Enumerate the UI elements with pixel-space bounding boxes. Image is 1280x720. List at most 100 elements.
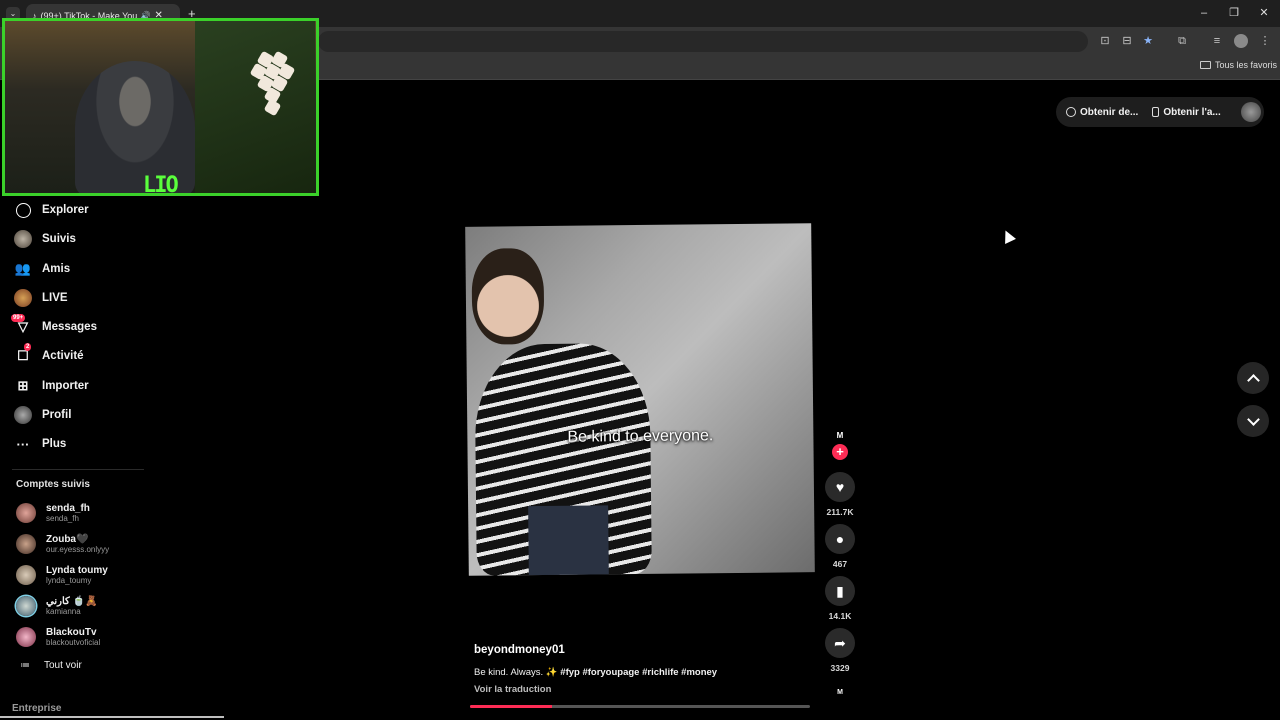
sidebar-item-label: Explorer <box>42 204 89 216</box>
folder-icon <box>1200 61 1211 69</box>
followed-account[interactable]: Lynda toumy lynda_toumy <box>16 562 108 588</box>
sidebar-item-following[interactable]: Suivis <box>14 228 76 250</box>
sidebar-item-label: Amis <box>42 263 71 275</box>
hashtags[interactable]: #fyp #foryoupage #richlife #money <box>560 667 717 678</box>
followed-account[interactable]: BlackouTv blackoutvoficial <box>16 624 100 650</box>
see-translation-link[interactable]: Voir la traduction <box>474 684 551 695</box>
save-count: 14.1K <box>828 611 852 621</box>
account-handle: blackoutvoficial <box>46 638 101 647</box>
more-icon: ··· <box>16 436 30 452</box>
get-coins-label: Obtenir de... <box>1080 106 1139 118</box>
footer-company-link[interactable]: Entreprise <box>12 703 61 714</box>
followed-accounts-title: Comptes suivis <box>16 479 90 490</box>
profile-icon[interactable] <box>1234 34 1248 48</box>
translate-icon[interactable]: ⊡ <box>1098 34 1112 48</box>
all-bookmarks-folder[interactable]: Tous les favoris <box>1200 60 1277 70</box>
follow-button[interactable]: + <box>832 444 848 460</box>
star-icon[interactable]: ★ <box>1141 34 1155 48</box>
share-count: 3329 <box>830 663 850 673</box>
avatar <box>16 565 36 585</box>
sidebar-item-friends[interactable]: 👥 Amis <box>14 258 70 280</box>
list-icon: ≔ <box>20 660 30 671</box>
media-icon[interactable]: ≡ <box>1210 34 1224 48</box>
comment-count: 467 <box>832 559 848 569</box>
menu-icon[interactable]: ⋮ <box>1258 34 1272 48</box>
avatar <box>16 627 36 647</box>
music-disc[interactable]: M <box>831 684 849 702</box>
sidebar-item-label: Plus <box>42 438 67 450</box>
install-icon[interactable]: ⊟ <box>1120 34 1134 48</box>
sidebar-item-label: Profil <box>42 409 72 421</box>
like-button[interactable]: ♥ 211.7K <box>824 472 856 517</box>
top-actions: Obtenir de... Obtenir l'a... <box>1056 97 1264 127</box>
video-author[interactable]: beyondmoney01 <box>474 644 565 656</box>
previous-video-button[interactable] <box>1237 362 1269 394</box>
following-avatar <box>14 230 32 248</box>
extensions-icon[interactable]: ⧉ <box>1175 34 1189 48</box>
compass-icon <box>14 201 32 219</box>
sidebar-item-explorer[interactable]: Explorer <box>14 199 89 221</box>
live-avatar <box>14 289 32 307</box>
get-coins-button[interactable]: Obtenir de... <box>1066 107 1138 118</box>
sidebar-item-activity[interactable]: ☐ 2 Activité <box>14 343 84 367</box>
account-name: كارني 🍵🧸 <box>46 596 98 607</box>
sidebar-item-upload[interactable]: ⊞ Importer <box>14 375 89 397</box>
webcam-logo: LIO <box>143 173 179 196</box>
sidebar-item-label: Activité <box>42 350 84 362</box>
account-name: Zouba🖤 <box>46 534 89 545</box>
account-name: senda_fh <box>46 503 90 514</box>
close-icon[interactable]: ✕ <box>1257 6 1271 20</box>
get-app-label: Obtenir l'a... <box>1163 106 1221 118</box>
all-bookmarks-label: Tous les favoris <box>1215 60 1278 70</box>
sidebar-item-more[interactable]: ··· Plus <box>14 433 67 455</box>
account-name: BlackouTv <box>46 627 97 638</box>
followed-account[interactable]: senda_fh senda_fh <box>16 500 90 526</box>
mouse-cursor <box>1000 228 1016 244</box>
address-bar[interactable] <box>318 31 1088 52</box>
video-progress-bar[interactable] <box>470 705 810 708</box>
avatar[interactable] <box>1240 102 1261 122</box>
chevron-up-icon <box>1246 373 1260 387</box>
followed-account[interactable]: كارني 🍵🧸 kamianna <box>16 593 97 619</box>
video-subject-legs <box>528 505 609 576</box>
share-button[interactable]: ➦ 3329 <box>824 628 856 673</box>
followed-account[interactable]: Zouba🖤 our.eyesss.onlyyy <box>16 531 109 557</box>
comment-icon: ● <box>825 524 855 554</box>
profile-avatar <box>14 406 32 424</box>
sidebar-item-messages[interactable]: ▽ 99+ Messages <box>11 314 97 338</box>
sidebar-item-label: Messages <box>42 321 97 333</box>
messages-badge: 99+ <box>11 314 26 322</box>
account-handle: kamianna <box>46 607 81 616</box>
heart-icon: ♥ <box>825 472 855 502</box>
comment-button[interactable]: ● 467 <box>824 524 856 569</box>
account-handle: senda_fh <box>46 514 79 523</box>
sidebar-item-profile[interactable]: Profil <box>14 404 71 426</box>
restore-icon[interactable]: ❐ <box>1227 6 1241 20</box>
minimize-icon[interactable]: – <box>1197 6 1211 20</box>
sidebar-item-live[interactable]: LIVE <box>14 287 68 309</box>
account-handle: lynda_toumy <box>46 576 92 585</box>
video-subject-head <box>471 248 545 345</box>
friends-icon: 👥 <box>14 261 32 276</box>
video-player[interactable]: Be kind to everyone. <box>465 223 815 576</box>
streamer <box>75 61 195 193</box>
share-icon: ➦ <box>825 628 855 658</box>
upload-icon: ⊞ <box>17 378 29 393</box>
sidebar-item-label: LIVE <box>42 292 68 304</box>
sidebar-scrollbar[interactable] <box>0 716 224 718</box>
next-video-button[interactable] <box>1237 405 1269 437</box>
see-all-link[interactable]: ≔ Tout voir <box>20 660 82 671</box>
video-description: Be kind. Always. ✨ #fyp #foryoupage #ric… <box>474 667 717 678</box>
phone-icon <box>1152 107 1160 117</box>
activity-icon: ☐ 2 <box>17 343 32 363</box>
account-name: Lynda toumy <box>46 565 108 576</box>
sidebar-item-label: Importer <box>42 380 89 392</box>
sidebar-divider <box>12 469 144 470</box>
description-text: Be kind. Always. ✨ <box>474 667 558 678</box>
messages-icon: ▽ 99+ <box>11 314 28 334</box>
video-overlay-caption: Be kind to everyone. <box>567 427 714 446</box>
save-button[interactable]: ▮ 14.1K <box>824 576 856 621</box>
hexagon-lights <box>245 50 296 117</box>
sidebar-item-label: Suivis <box>42 233 76 245</box>
get-app-button[interactable]: Obtenir l'a... <box>1152 106 1221 118</box>
